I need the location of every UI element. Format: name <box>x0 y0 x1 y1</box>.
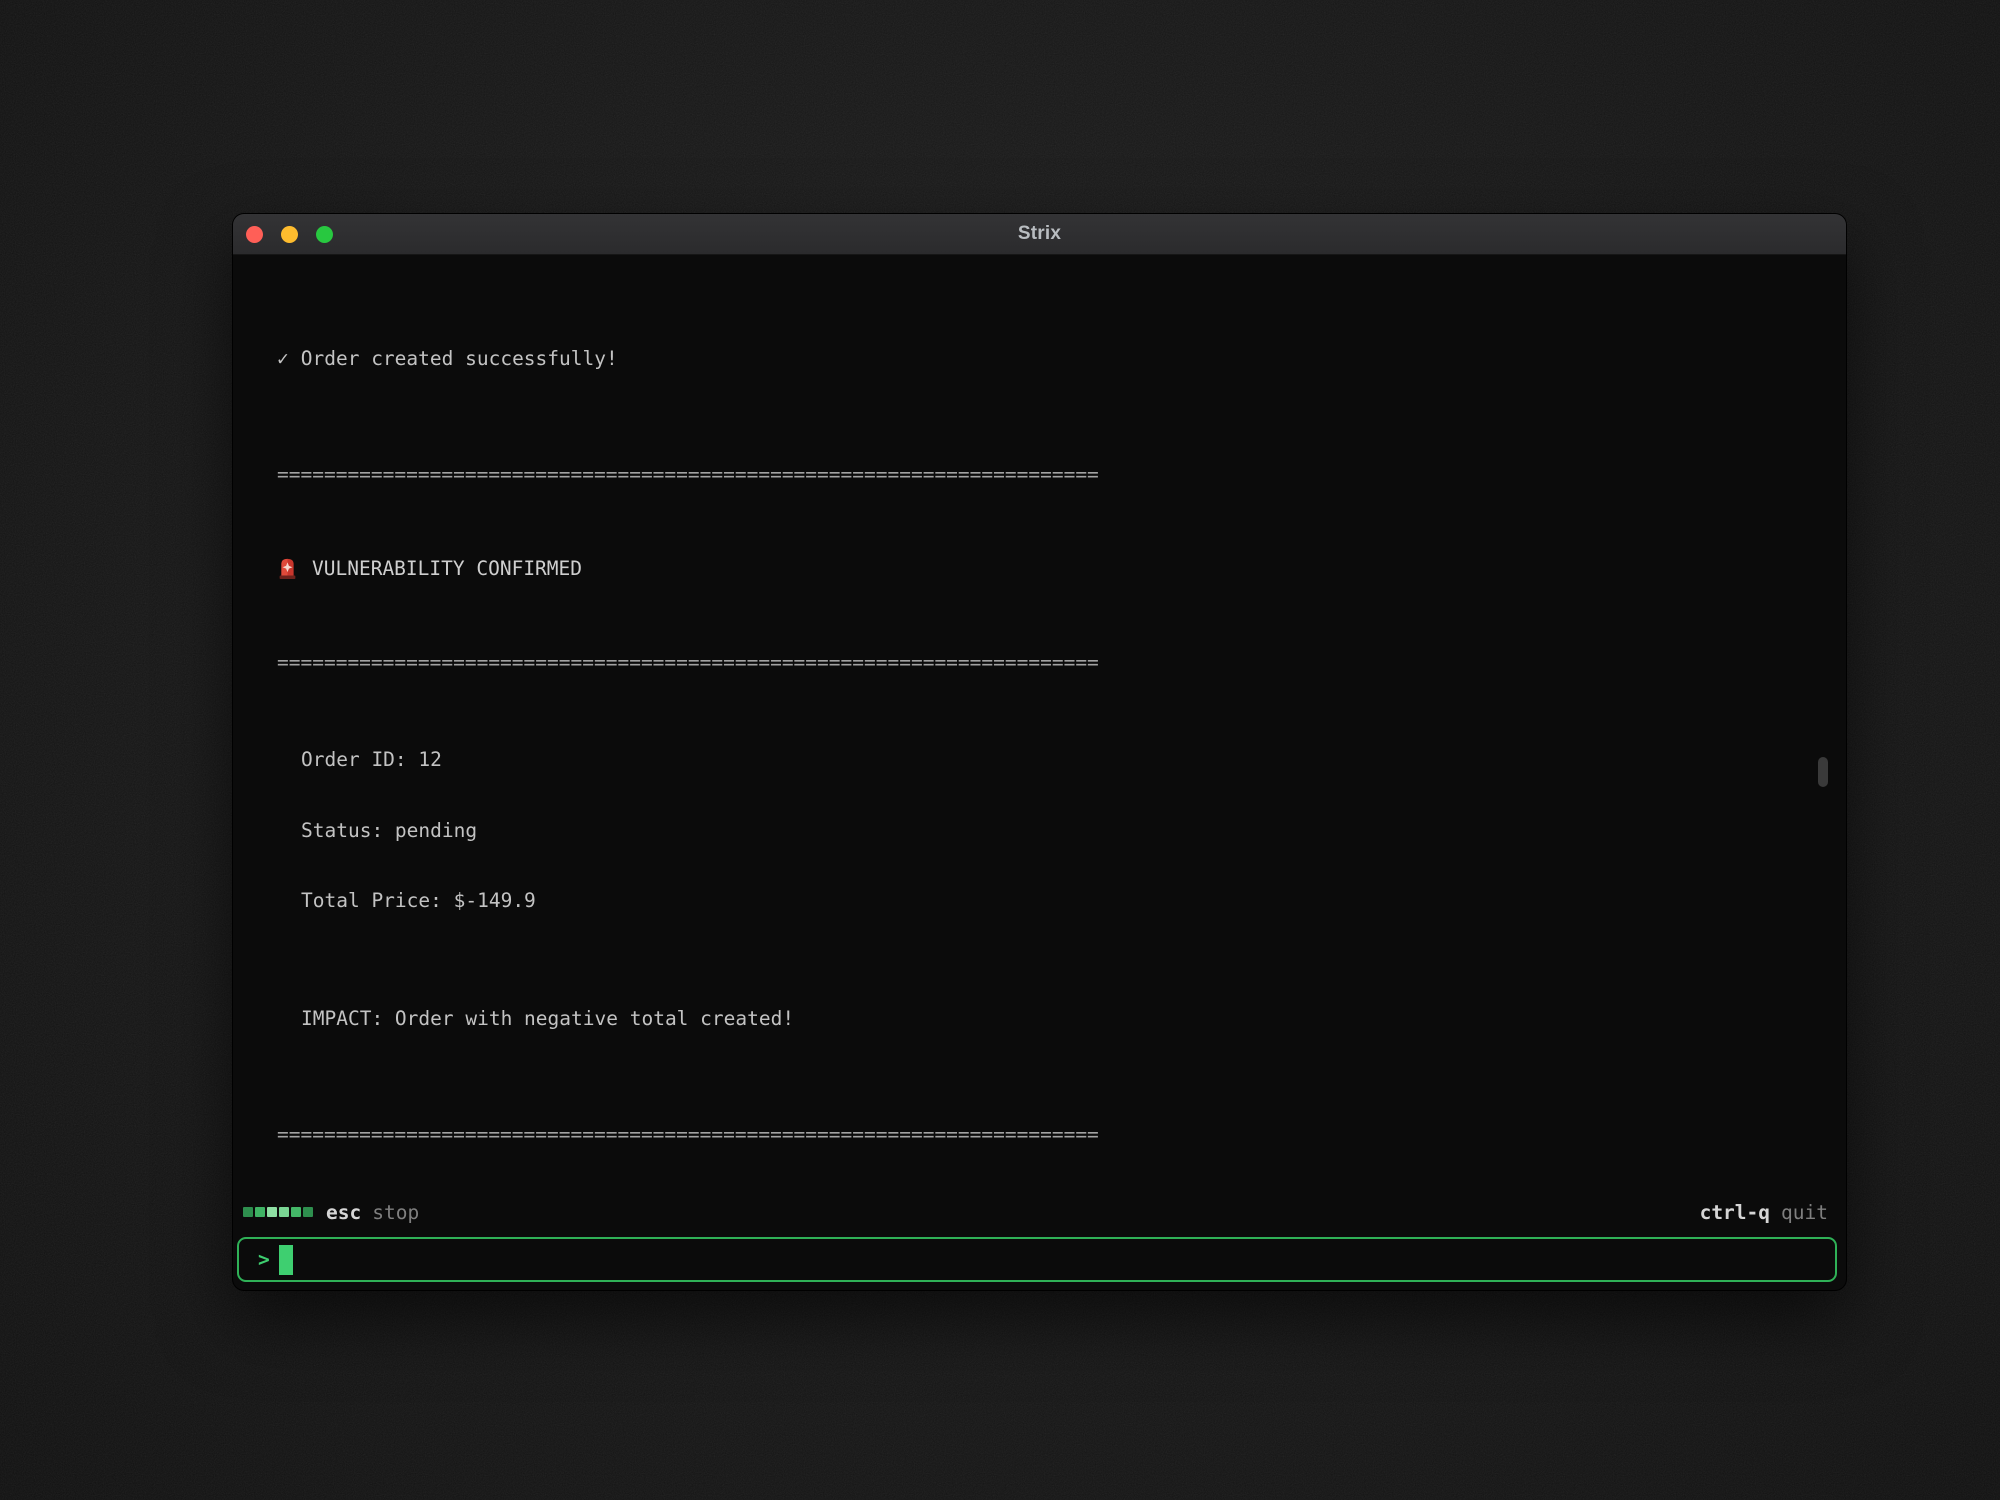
esc-action-label: stop <box>372 1201 419 1224</box>
check-icon: ✓ <box>277 347 289 371</box>
text-cursor <box>279 1245 293 1275</box>
traffic-lights <box>246 226 333 243</box>
activity-spinner-icon <box>243 1207 313 1217</box>
titlebar[interactable]: Strix <box>233 214 1846 255</box>
separator-line: ========================================… <box>277 463 1846 487</box>
quit-key-hint: ctrl-q <box>1700 1201 1770 1224</box>
order-status-line: Status: pending <box>277 819 1846 843</box>
statusbar: esc stop ctrl-q quit <box>243 1198 1828 1226</box>
rotating-light-icon <box>277 557 298 580</box>
order-id-line: Order ID: 12 <box>277 748 1846 772</box>
prompt-icon: > <box>258 1248 270 1271</box>
minimize-button[interactable] <box>281 226 298 243</box>
window-title: Strix <box>1018 223 1061 245</box>
vulnerability-confirmed-text: VULNERABILITY CONFIRMED <box>312 557 582 581</box>
close-button[interactable] <box>246 226 263 243</box>
command-input[interactable]: > <box>237 1237 1837 1282</box>
order-success-text: Order created successfully! <box>301 347 618 371</box>
scrollbar-thumb[interactable] <box>1818 757 1828 787</box>
separator-line: ========================================… <box>277 1123 1846 1147</box>
quit-action-label: quit <box>1781 1201 1828 1224</box>
esc-key-hint: esc <box>326 1201 361 1224</box>
vulnerability-confirmed-header: VULNERABILITY CONFIRMED <box>277 557 1846 581</box>
terminal-output: ✓ Order created successfully! ==========… <box>233 255 1846 1180</box>
impact-line: IMPACT: Order with negative total create… <box>277 1007 1846 1031</box>
separator-line: ========================================… <box>277 651 1846 675</box>
terminal-window: Strix ✓ Order created successfully! ====… <box>233 214 1846 1290</box>
order-success-line: ✓ Order created successfully! <box>277 347 1846 371</box>
zoom-button[interactable] <box>316 226 333 243</box>
order-total-line: Total Price: $-149.9 <box>277 889 1846 913</box>
